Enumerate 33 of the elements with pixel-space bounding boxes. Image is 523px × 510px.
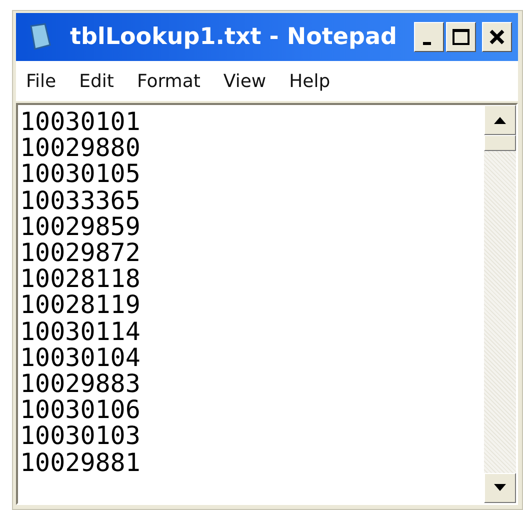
text-line: 10030105 [20, 161, 142, 188]
maximize-button[interactable] [446, 22, 476, 52]
notepad-icon [28, 23, 52, 51]
maximize-icon [452, 28, 470, 46]
scroll-thumb[interactable] [484, 135, 516, 151]
text-line: 10030114 [20, 318, 142, 345]
text-line: 10029883 [20, 371, 142, 398]
menu-item[interactable]: View [223, 70, 266, 92]
text-line: 10028119 [20, 292, 142, 319]
text-line: 10029859 [20, 214, 142, 240]
text-line: 10030101 [20, 109, 142, 136]
close-icon [489, 29, 505, 45]
minimize-icon [423, 42, 431, 44]
menu-item[interactable]: File [26, 70, 56, 92]
text-line: 10029881 [20, 450, 142, 476]
menu-item[interactable]: Format [136, 70, 200, 92]
text-line: 10029872 [20, 240, 142, 266]
scroll-down-button[interactable] [484, 473, 516, 503]
text-line: 10028118 [20, 266, 142, 292]
menu-item[interactable]: Edit [79, 70, 114, 92]
scroll-up-button[interactable] [484, 105, 516, 135]
text-line: 10030106 [20, 397, 142, 424]
text-line: 10030103 [20, 423, 142, 450]
menu-item[interactable]: Help [289, 70, 330, 92]
up-arrow-icon [494, 116, 506, 124]
close-button[interactable] [482, 22, 512, 52]
down-arrow-icon [494, 484, 506, 492]
window-title: tblLookup1.txt - Notepad [70, 24, 398, 50]
text-line: 10030104 [20, 344, 142, 372]
scrollbar[interactable] [484, 105, 516, 503]
text-line: 10033365 [20, 188, 142, 214]
minimize-button[interactable] [414, 22, 444, 52]
text-line: 10029880 [20, 135, 142, 162]
